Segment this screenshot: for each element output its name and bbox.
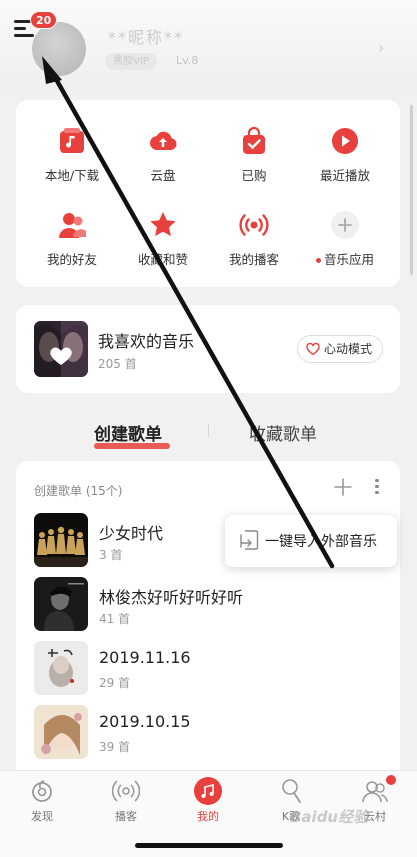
created-playlists-header: 创建歌单 (15个): [34, 484, 123, 498]
more-options-button[interactable]: [372, 476, 382, 498]
download-music-icon: [60, 128, 84, 153]
shortcut-local-download[interactable]: 本地/下载: [26, 100, 118, 183]
shortcut-grid: 本地/下载 云盘 已购 最近播放 我的好友 收藏和赞 我的播客 音乐应用: [16, 100, 400, 287]
more-dot: [375, 484, 379, 488]
shortcut-label: 我的好友: [46, 252, 97, 267]
shortcut-favorites[interactable]: 收藏和赞: [117, 184, 209, 267]
shortcut-label: 音乐应用: [299, 249, 391, 268]
tab-created-playlists[interactable]: 创建歌单: [94, 420, 170, 449]
shortcut-friends[interactable]: 我的好友: [26, 184, 118, 267]
profile-header: **昵称** 黑胶VIP Lv.8 › 20: [0, 0, 417, 90]
broadcast-icon: [112, 780, 140, 802]
more-dot: [375, 478, 379, 482]
heart-mode-button[interactable]: 心动模式: [297, 335, 383, 363]
shortcut-cloud-disk[interactable]: 云盘: [117, 100, 209, 183]
watermark: Baidu经验: [290, 808, 369, 826]
shortcut-label: 云盘: [150, 168, 176, 183]
tab-collected-label: 收藏歌单: [249, 425, 317, 445]
username[interactable]: **昵称**: [108, 24, 184, 48]
playlist-cover-art: [34, 513, 88, 567]
liked-music-title: 我喜欢的音乐: [98, 332, 195, 351]
star-icon: [150, 212, 176, 237]
tab-divider: [208, 424, 209, 437]
playlist-cover: [34, 513, 88, 567]
tab-created-label: 创建歌单: [94, 425, 162, 445]
playlist-cover: [34, 641, 88, 695]
cloud-upload-icon: [150, 131, 177, 150]
new-dot-icon: [315, 258, 321, 263]
heart-mode-label: 心动模式: [324, 342, 373, 356]
shortcut-label-text: 音乐应用: [323, 252, 374, 267]
playlist-count: 39 首: [99, 740, 131, 754]
level-label: Lv.8: [176, 54, 199, 67]
playlist-count: 41 首: [99, 612, 131, 626]
shortcut-recent-play[interactable]: 最近播放: [299, 100, 391, 183]
nav-discover[interactable]: 发现: [0, 771, 84, 831]
shopping-bag-check-icon: [243, 126, 265, 154]
shortcut-purchased[interactable]: 已购: [208, 100, 300, 183]
scrollbar[interactable]: [410, 105, 413, 275]
shortcut-label: 收藏和赞: [137, 252, 188, 267]
microphone-icon: [282, 779, 301, 803]
import-external-music-popup[interactable]: 一键导入外部音乐: [225, 515, 397, 567]
hamburger-line: [14, 34, 34, 37]
nav-mine[interactable]: 我的: [166, 771, 250, 831]
playlist-name: 林俊杰好听好听好听: [99, 588, 244, 607]
playlist-item[interactable]: 林俊杰好听好听好听 41 首: [34, 577, 314, 633]
shortcut-label: 我的播客: [228, 252, 279, 267]
podcast-icon: [239, 214, 269, 236]
shortcut-label: 已购: [241, 168, 267, 183]
tab-collected-playlists[interactable]: 收藏歌单: [249, 420, 317, 445]
message-count-badge: 20: [30, 11, 58, 29]
shortcut-music-apps[interactable]: 音乐应用: [299, 184, 391, 267]
nav-label: 播客: [115, 810, 137, 823]
import-external-music-label: 一键导入外部音乐: [265, 534, 377, 550]
community-icon: [362, 781, 388, 803]
playlist-cover-art: [34, 577, 88, 631]
vip-badge[interactable]: 黑胶VIP: [105, 53, 157, 70]
created-playlists-card: 创建歌单 (15个) 少女时代 3 首 林俊杰好听好听好听 41 首 2019.…: [16, 461, 400, 781]
import-icon: [240, 530, 259, 550]
nav-podcast[interactable]: 播客: [84, 771, 168, 831]
plus-icon: [331, 211, 359, 239]
shortcut-label: 本地/下载: [44, 168, 100, 183]
add-playlist-button[interactable]: [332, 476, 354, 498]
playlist-cover-art: [34, 641, 88, 695]
notification-dot: [386, 775, 396, 785]
music-note-icon: [194, 777, 222, 805]
liked-cover-art: [34, 321, 88, 377]
playlist-cover: [34, 705, 88, 759]
playlist-name: 少女时代: [99, 524, 164, 543]
home-indicator[interactable]: [135, 843, 283, 848]
playlist-cover-art: [34, 705, 88, 759]
playlist-name: 2019.10.15: [99, 712, 191, 731]
shortcut-label: 最近播放: [319, 168, 370, 183]
liked-music-cover: [34, 321, 88, 377]
playlist-name: 2019.11.16: [99, 648, 191, 667]
plus-icon: [334, 478, 352, 496]
shortcut-podcast[interactable]: 我的播客: [208, 184, 300, 267]
friends-icon: [59, 213, 86, 238]
liked-music-count: 205 首: [98, 357, 137, 371]
more-dot: [375, 490, 379, 494]
nav-label: 我的: [197, 810, 219, 823]
playlist-cover: [34, 577, 88, 631]
liked-music-card[interactable]: 我喜欢的音乐 205 首 心动模式: [16, 305, 400, 393]
netease-logo-icon: [32, 780, 52, 802]
playlist-count: 29 首: [99, 676, 131, 690]
hamburger-line: [14, 27, 26, 30]
chevron-right-icon[interactable]: ›: [378, 38, 384, 57]
play-circle-icon: [332, 128, 358, 154]
heart-icon: [306, 342, 320, 356]
avatar[interactable]: [32, 22, 86, 76]
playlist-count: 3 首: [99, 548, 123, 562]
playlist-item[interactable]: 2019.11.16 29 首: [34, 641, 314, 697]
playlist-item[interactable]: 2019.10.15 39 首: [34, 705, 314, 761]
nav-label: 发现: [31, 810, 53, 823]
